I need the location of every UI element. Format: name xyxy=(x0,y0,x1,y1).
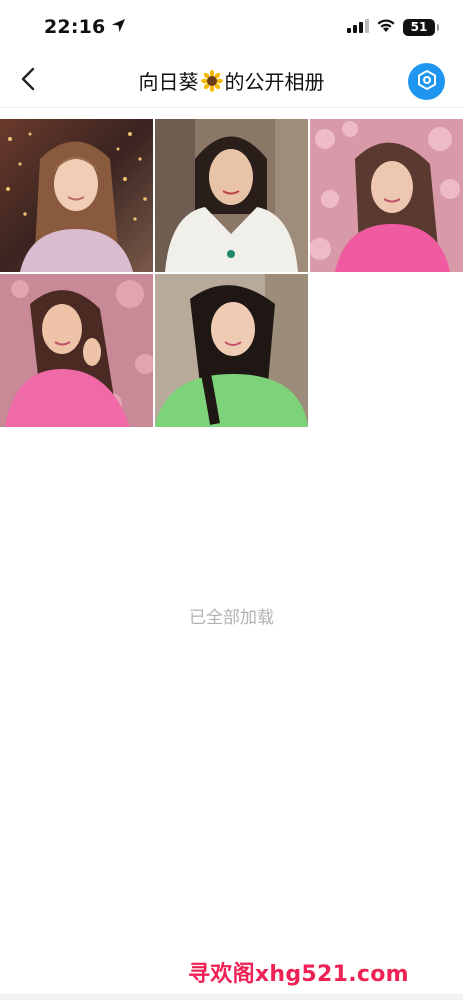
time-text: 22:16 xyxy=(44,16,106,38)
all-loaded-text: 已全部加载 xyxy=(189,608,274,628)
hexagon-settings-icon xyxy=(416,69,438,95)
photo-2[interactable] xyxy=(155,119,308,272)
photo-3[interactable] xyxy=(310,119,463,272)
photo-5[interactable] xyxy=(155,274,308,427)
status-icons: 51 xyxy=(347,18,439,37)
nav-bar: 向日葵 的公开相册 xyxy=(0,54,463,108)
settings-button[interactable] xyxy=(408,63,445,100)
location-arrow-icon xyxy=(111,16,126,38)
battery-icon: 51 xyxy=(403,18,439,36)
watermark-text: 寻欢阁xhg521.com xyxy=(188,962,409,987)
status-time: 22:16 xyxy=(44,16,126,38)
bottom-edge xyxy=(0,994,463,1000)
photo-4[interactable] xyxy=(0,274,153,427)
title-suffix: 的公开相册 xyxy=(224,70,325,94)
album-screen: 22:16 51 向日葵 的公开相册 已全部加载 寻欢阁xhg521.com xyxy=(0,0,463,1000)
wifi-icon xyxy=(376,18,396,37)
status-bar: 22:16 51 xyxy=(0,0,463,54)
signal-icon xyxy=(347,18,369,37)
sunflower-emoji-icon xyxy=(200,69,223,92)
title-prefix: 向日葵 xyxy=(138,70,199,94)
page-title: 向日葵 的公开相册 xyxy=(139,66,325,95)
battery-level: 51 xyxy=(410,20,428,34)
photo-1[interactable] xyxy=(0,119,153,272)
photo-grid xyxy=(0,119,463,427)
back-button[interactable] xyxy=(14,67,42,95)
chevron-left-icon xyxy=(21,67,35,95)
